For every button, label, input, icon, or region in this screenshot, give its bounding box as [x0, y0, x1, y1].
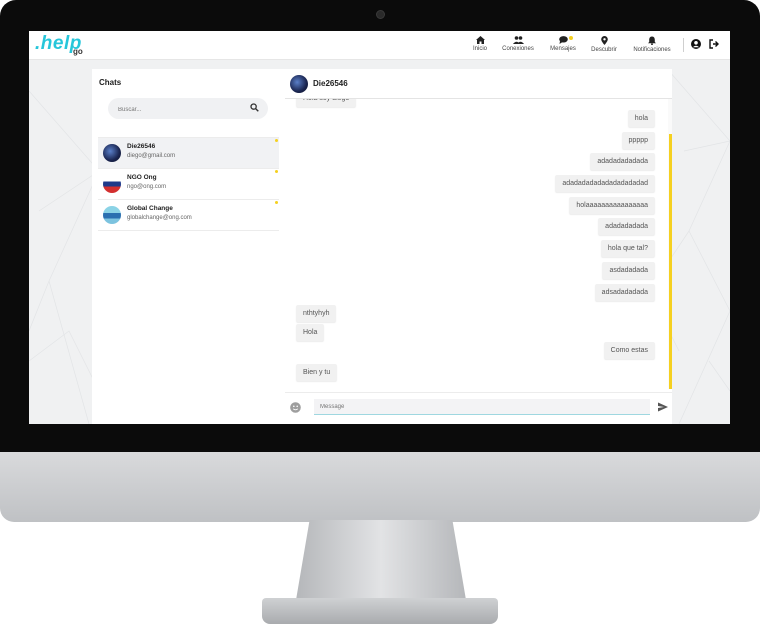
conversation-panel: Die26546 Hola soy diego hola ppppp adada… [285, 69, 672, 424]
message-incoming: Hola soy diego [296, 99, 357, 107]
message-outgoing: adadadadadada [590, 153, 655, 170]
search-box [108, 98, 268, 119]
chat-item-ngo-ong[interactable]: NGO Ong ngo@ong.com [98, 168, 279, 199]
send-icon[interactable] [658, 402, 668, 412]
chat-email: globalchange@ong.com [127, 215, 192, 221]
nav-conexiones[interactable]: Conexiones [502, 36, 534, 56]
logo-subtext: go [73, 47, 83, 56]
camera [376, 10, 385, 19]
people-icon [512, 36, 524, 44]
nav-inicio[interactable]: Inicio [469, 36, 491, 56]
chat-email: ngo@ong.com [127, 184, 167, 190]
unread-indicator [275, 170, 278, 173]
message-outgoing: adadadadadadadadadadad [555, 175, 655, 192]
avatar [103, 175, 121, 193]
message-outgoing: adsadadadada [594, 284, 655, 301]
chat-name: Global Change [127, 205, 173, 212]
emoji-icon[interactable] [290, 402, 301, 413]
unread-indicator [275, 139, 278, 142]
conversation-contact-name: Die26546 [313, 79, 348, 88]
chat-email: diego@gmail.com [127, 153, 176, 159]
message-list[interactable]: Hola soy diego hola ppppp adadadadadada … [285, 99, 668, 389]
message-outgoing: holaaaaaaaaaaaaaaaa [569, 197, 655, 214]
message-incoming: Hola [296, 324, 325, 341]
nav-label: Descubrir [591, 47, 617, 53]
bell-icon [648, 36, 656, 45]
avatar [103, 206, 121, 224]
message-outgoing: hola [627, 110, 655, 127]
message-outgoing: ppppp [621, 132, 655, 149]
nav-label: Notificaciones [633, 47, 671, 53]
message-outgoing: adadadadada [598, 218, 655, 235]
avatar [290, 75, 308, 93]
notification-dot [569, 36, 573, 40]
divider [683, 38, 684, 52]
chat-name: Die26546 [127, 143, 156, 150]
message-outgoing: asdadadada [602, 262, 655, 279]
nav-descubrir[interactable]: Descubrir [590, 36, 618, 56]
scrollbar-thumb[interactable] [669, 134, 672, 389]
home-icon [475, 36, 485, 44]
chat-item-die26546[interactable]: Die26546 diego@gmail.com [98, 137, 279, 168]
chats-title: Chats [99, 78, 122, 87]
nav-label: Inicio [472, 46, 487, 52]
conversation-header: Die26546 [285, 69, 672, 99]
message-outgoing: Como estas [603, 342, 655, 359]
search-icon[interactable] [250, 103, 259, 112]
chat-icon [558, 36, 568, 44]
message-incoming: nthtyhyh [296, 305, 337, 322]
search-input[interactable] [116, 102, 250, 117]
logo[interactable]: .help go [35, 33, 83, 57]
user-account-icon[interactable] [691, 39, 701, 49]
chats-panel: Chats Die26546 diego@gmail.com NGO Ong n… [92, 69, 286, 424]
message-outgoing: hola que tal? [600, 240, 655, 257]
message-input[interactable] [314, 399, 650, 415]
top-navbar: .help go Inicio Conexiones Mensajes Desc… [29, 31, 730, 60]
nav-label: Conexiones [502, 46, 534, 52]
message-incoming: Bien y tu [296, 364, 338, 381]
avatar [103, 144, 121, 162]
nav-mensajes[interactable]: Mensajes [549, 36, 577, 56]
nav-label: Mensajes [550, 46, 576, 52]
chat-list: Die26546 diego@gmail.com NGO Ong ngo@ong… [98, 137, 279, 231]
monitor-stand [296, 520, 466, 600]
nav-notificaciones[interactable]: Notificaciones [632, 36, 672, 56]
location-pin-icon [600, 36, 608, 45]
logout-icon[interactable] [709, 39, 719, 49]
monitor-foot [262, 598, 498, 624]
unread-indicator [275, 201, 278, 204]
chat-name: NGO Ong [127, 174, 157, 181]
screen: .help go Inicio Conexiones Mensajes Desc… [29, 31, 730, 424]
chat-item-global-change[interactable]: Global Change globalchange@ong.com [98, 199, 279, 231]
monitor-chin [0, 452, 760, 522]
message-composer [285, 392, 672, 424]
